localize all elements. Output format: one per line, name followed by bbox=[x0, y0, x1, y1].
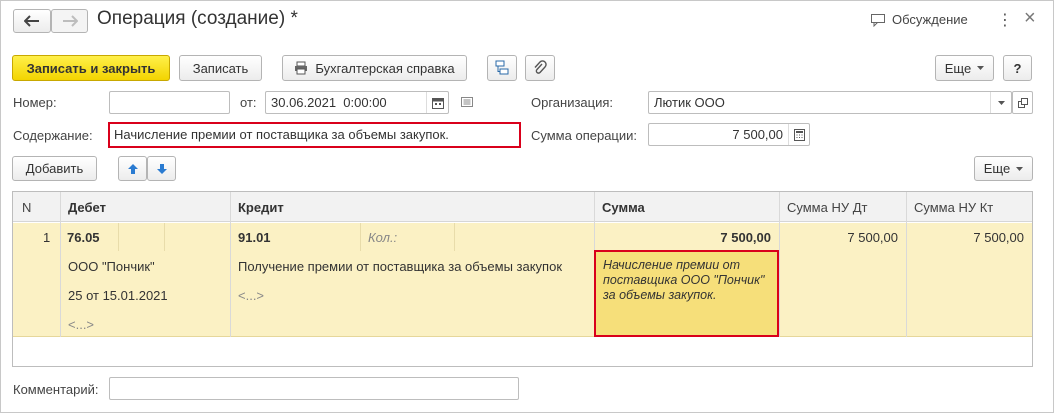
header-sum-nu-dt[interactable]: Сумма НУ Дт bbox=[779, 192, 906, 222]
caret-down-icon bbox=[977, 66, 985, 70]
debit-subconto-3[interactable]: <...> bbox=[68, 317, 94, 332]
move-down-button[interactable] bbox=[147, 156, 176, 181]
organization-open-button[interactable] bbox=[1012, 91, 1033, 114]
date-from-label: от: bbox=[240, 95, 257, 110]
row-content-note[interactable]: Начисление премии от поставщика ООО "Пон… bbox=[594, 250, 779, 337]
subcol-sep bbox=[360, 223, 361, 251]
comment-field[interactable] bbox=[109, 377, 519, 400]
discussion-button[interactable]: Обсуждение bbox=[870, 12, 968, 27]
save-button[interactable]: Записать bbox=[179, 55, 262, 81]
calculator-icon bbox=[793, 128, 805, 141]
subcol-sep bbox=[164, 223, 165, 251]
subcol-sep bbox=[454, 223, 455, 251]
debit-subconto-1[interactable]: ООО "Пончик" bbox=[68, 259, 155, 274]
comment-label: Комментарий: bbox=[13, 382, 99, 397]
organization-value: Лютик ООО bbox=[654, 95, 725, 110]
credit-account[interactable]: 91.01 bbox=[238, 230, 271, 245]
content-field[interactable]: Начисление премии от поставщика за объем… bbox=[108, 122, 521, 148]
header-sum[interactable]: Сумма bbox=[594, 192, 779, 222]
row-sum[interactable]: 7 500,00 bbox=[594, 230, 771, 245]
row-sum-nu-dt[interactable]: 7 500,00 bbox=[779, 230, 898, 245]
organization-field[interactable]: Лютик ООО bbox=[648, 91, 1012, 114]
discussion-label: Обсуждение bbox=[892, 12, 968, 27]
col-sep bbox=[906, 192, 907, 337]
arrow-left-icon bbox=[24, 15, 39, 27]
add-row-button[interactable]: Добавить bbox=[12, 156, 97, 181]
document-details-button[interactable] bbox=[459, 94, 475, 110]
calendar-icon bbox=[431, 97, 444, 109]
operation-amount-field[interactable]: 7 500,00 bbox=[648, 123, 810, 146]
row-content-text: Начисление премии от поставщика ООО "Пон… bbox=[603, 258, 765, 302]
arrow-right-icon bbox=[62, 15, 78, 27]
header-credit[interactable]: Кредит bbox=[230, 192, 594, 222]
table-more-button[interactable]: Еще bbox=[974, 156, 1033, 181]
number-label: Номер: bbox=[13, 95, 57, 110]
calendar-button[interactable] bbox=[426, 92, 448, 113]
caret-down-icon bbox=[997, 100, 1005, 105]
date-field[interactable]: 30.06.2021 0:00:00 bbox=[265, 91, 449, 114]
table-more-label: Еще bbox=[983, 161, 1011, 176]
calculator-button[interactable] bbox=[788, 124, 809, 145]
more-options-icon[interactable]: ⋮ bbox=[997, 10, 1013, 30]
discussion-icon bbox=[871, 13, 885, 27]
open-window-icon bbox=[1017, 97, 1028, 108]
header-debit[interactable]: Дебет bbox=[60, 192, 230, 222]
list-icon bbox=[461, 97, 473, 107]
row-number: 1 bbox=[43, 230, 51, 245]
operation-amount-value: 7 500,00 bbox=[732, 127, 783, 142]
credit-subconto-1[interactable]: Получение премии от поставщика за объемы… bbox=[238, 259, 562, 274]
save-and-close-button[interactable]: Записать и закрыть bbox=[12, 55, 170, 81]
arrow-down-icon bbox=[156, 163, 167, 174]
credit-subconto-2[interactable]: <...> bbox=[238, 288, 264, 303]
attachment-button[interactable] bbox=[525, 55, 555, 81]
move-up-button[interactable] bbox=[118, 156, 147, 181]
accounting-reference-button[interactable]: Бухгалтерская справка bbox=[282, 55, 467, 81]
debit-subconto-2[interactable]: 25 от 15.01.2021 bbox=[68, 288, 168, 303]
col-sep bbox=[230, 192, 231, 337]
window-title: Операция (создание) * bbox=[97, 8, 298, 29]
paperclip-icon bbox=[534, 60, 547, 74]
content-label: Содержание: bbox=[13, 128, 93, 143]
more-label: Еще bbox=[944, 60, 972, 76]
number-field[interactable] bbox=[109, 91, 230, 114]
organization-label: Организация: bbox=[531, 95, 614, 110]
close-icon[interactable]: × bbox=[1024, 7, 1036, 30]
col-sep bbox=[60, 192, 61, 337]
header-n[interactable]: N bbox=[14, 192, 60, 222]
date-value: 30.06.2021 0:00:00 bbox=[271, 95, 387, 110]
back-button[interactable] bbox=[13, 9, 51, 33]
structure-icon bbox=[495, 60, 509, 75]
arrow-up-icon bbox=[127, 163, 138, 174]
debit-account[interactable]: 76.05 bbox=[67, 230, 100, 245]
credit-quantity-label[interactable]: Кол.: bbox=[368, 230, 397, 245]
more-button[interactable]: Еще bbox=[935, 55, 994, 81]
operation-amount-label: Сумма операции: bbox=[531, 128, 637, 143]
organization-dropdown-button[interactable] bbox=[990, 92, 1011, 113]
subcol-sep bbox=[118, 223, 119, 251]
row-sum-nu-kt[interactable]: 7 500,00 bbox=[906, 230, 1024, 245]
printer-icon bbox=[295, 61, 308, 75]
structure-button[interactable] bbox=[487, 55, 517, 81]
accounting-reference-label: Бухгалтерская справка bbox=[315, 60, 455, 76]
caret-down-icon bbox=[1016, 166, 1024, 171]
help-button[interactable]: ? bbox=[1003, 55, 1032, 81]
col-sep bbox=[779, 192, 780, 337]
header-sum-nu-kt[interactable]: Сумма НУ Кт bbox=[906, 192, 1032, 222]
forward-button[interactable] bbox=[51, 9, 88, 33]
